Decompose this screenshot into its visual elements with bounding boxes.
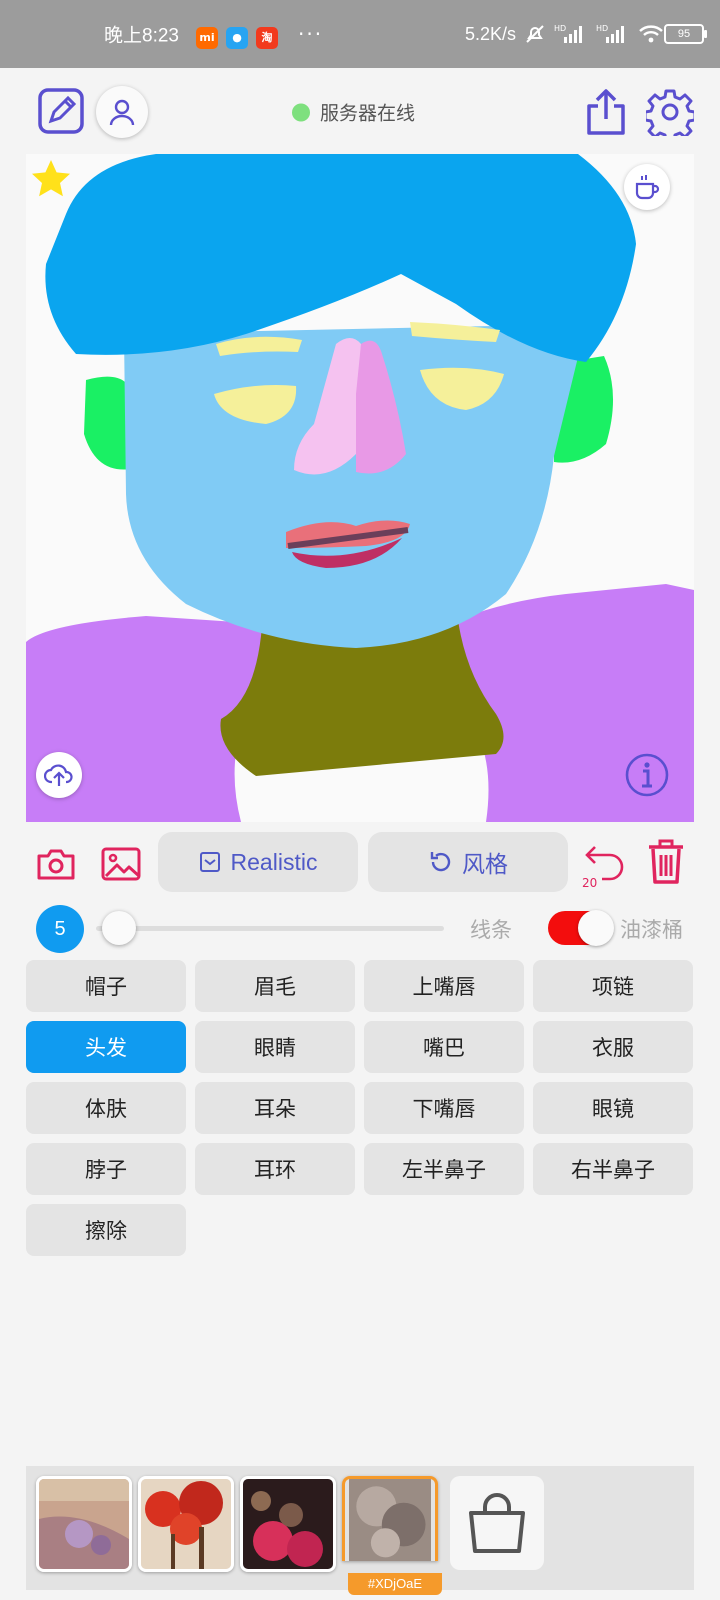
checkbox-icon (199, 852, 220, 872)
info-button[interactable] (624, 752, 670, 798)
part-button[interactable]: 下嘴唇 (364, 1082, 524, 1134)
star-icon (32, 160, 70, 197)
delete-button[interactable] (644, 836, 688, 888)
refresh-icon (430, 852, 451, 872)
part-button[interactable]: 眉毛 (195, 960, 355, 1012)
gear-icon (646, 89, 694, 136)
part-button[interactable]: 左半鼻子 (364, 1143, 524, 1195)
part-button[interactable]: 耳环 (195, 1143, 355, 1195)
status-bar: 晚上8:23 mi ● 淘 ··· 5.2K/s HD HD 95 (0, 0, 720, 68)
style-thumbnail[interactable] (36, 1476, 132, 1572)
share-button[interactable] (580, 86, 632, 138)
profile-button[interactable] (96, 86, 148, 138)
favorite-button[interactable] (28, 156, 74, 202)
shop-button[interactable] (450, 1476, 544, 1570)
style-button[interactable]: 风格 (368, 832, 568, 892)
coffee-icon (635, 175, 660, 200)
realistic-label: Realistic (230, 848, 318, 875)
style-label: 风格 (462, 852, 508, 878)
paint-bucket-label: 油漆桶 (620, 918, 683, 942)
status-time: 晚上8:23 (104, 25, 179, 47)
messenger-app-icon: ● (226, 27, 248, 49)
part-button[interactable]: 耳朵 (195, 1082, 355, 1134)
image-icon (101, 847, 141, 881)
camera-icon (37, 849, 75, 880)
mi-app-icon: mi (196, 27, 218, 49)
style-thumbnail-art (141, 1479, 231, 1569)
info-icon (625, 753, 669, 797)
battery-icon: 95 (664, 24, 707, 44)
part-button[interactable]: 项链 (533, 960, 693, 1012)
signal-hd-icon: HD (554, 24, 582, 43)
server-status-text: 服务器在线 (320, 102, 416, 125)
lines-label: 线条 (470, 918, 512, 942)
upload-button[interactable] (36, 752, 82, 798)
brush-size-badge: 5 (36, 905, 84, 953)
edit-icon (38, 88, 84, 134)
style-gallery (26, 1466, 694, 1590)
shopping-bag-icon (469, 1493, 525, 1553)
taobao-app-icon: 淘 (256, 27, 278, 49)
part-button[interactable]: 衣服 (533, 1021, 693, 1073)
style-thumbnail-art (39, 1479, 129, 1569)
user-icon (109, 99, 135, 126)
part-button[interactable]: 右半鼻子 (533, 1143, 693, 1195)
style-thumbnail[interactable] (138, 1476, 234, 1572)
net-speed: 5.2K/s (464, 23, 516, 44)
svg-text:HD: HD (554, 24, 566, 33)
part-button[interactable]: 上嘴唇 (364, 960, 524, 1012)
part-button[interactable]: 帽子 (26, 960, 186, 1012)
style-thumbnail[interactable] (240, 1476, 336, 1572)
part-button[interactable]: 眼睛 (195, 1021, 355, 1073)
style-thumbnail-art (349, 1479, 431, 1561)
coffee-button[interactable] (624, 164, 670, 210)
brush-size-slider[interactable] (96, 926, 444, 931)
server-status: 服务器在线 (292, 99, 415, 126)
face-part-grid: 帽子 眉毛 上嘴唇 项链头发 眼睛 嘴巴 衣服体肤 耳朵 下嘴唇 眼镜脖子 耳环 左半鼻子 右半鼻子擦除 (26, 960, 694, 1256)
style-thumbnail-art (243, 1479, 333, 1569)
more-notifications-icon: ··· (298, 22, 324, 46)
brush-size-slider-thumb[interactable] (102, 911, 137, 945)
status-dot (292, 103, 310, 121)
paint-bucket-toggle[interactable] (548, 910, 614, 946)
selected-style-tag: #XDjOaE (348, 1573, 442, 1595)
part-button[interactable]: 擦除 (26, 1204, 186, 1256)
edit-button[interactable] (36, 86, 86, 136)
part-button[interactable]: 头发 (26, 1021, 186, 1073)
part-button[interactable]: 眼镜 (533, 1082, 693, 1134)
wifi-icon (639, 25, 663, 43)
part-button[interactable]: 脖子 (26, 1143, 186, 1195)
cloud-upload-icon (44, 764, 73, 786)
trash-icon (649, 839, 683, 884)
signal-hd-icon-2: HD (596, 24, 624, 43)
camera-button[interactable] (34, 842, 78, 886)
undo-count: 20 (582, 876, 598, 890)
toggle-knob (578, 910, 614, 946)
part-button[interactable]: 体肤 (26, 1082, 186, 1134)
part-button[interactable]: 嘴巴 (364, 1021, 524, 1073)
sketch-drawing (26, 154, 694, 822)
settings-button[interactable] (644, 86, 696, 138)
share-icon (587, 89, 625, 135)
gallery-button[interactable] (98, 842, 144, 886)
mute-icon (526, 25, 544, 43)
realistic-toggle-button[interactable]: Realistic (158, 832, 358, 892)
svg-text:HD: HD (596, 24, 608, 33)
drawing-canvas[interactable] (26, 154, 694, 822)
style-thumbnail-selected[interactable] (342, 1476, 438, 1561)
